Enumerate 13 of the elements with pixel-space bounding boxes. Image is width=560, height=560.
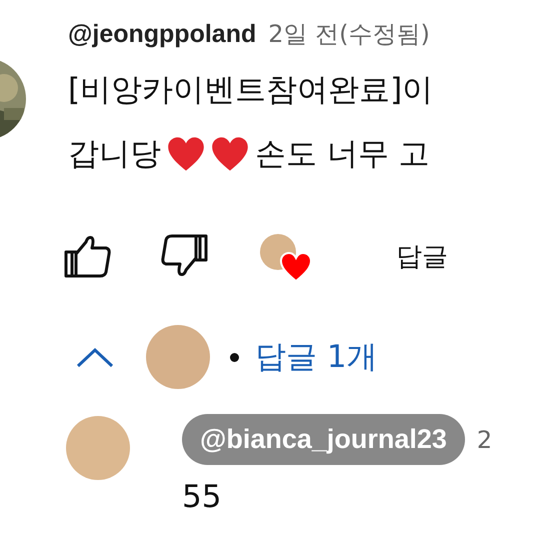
comment-text: 손도 너무 고	[255, 135, 430, 174]
comment-time: 2일 전(수정됨)	[268, 19, 430, 50]
reply-text: 55	[182, 479, 222, 515]
separator-dot	[230, 352, 239, 362]
replies-link[interactable]: 답글 1개	[255, 336, 378, 378]
reply-button[interactable]: 답글	[390, 234, 454, 278]
heart-icon	[211, 136, 249, 172]
reply-time: 2	[476, 426, 492, 454]
heart-icon	[167, 136, 205, 172]
comment-text: 갑니당	[68, 135, 161, 174]
reply-author[interactable]: @bianca_journal23	[182, 414, 465, 465]
comment-text: [비앙카이벤트참여완료]이	[68, 71, 434, 110]
comment-author[interactable]: @jeongppoland	[68, 20, 256, 49]
